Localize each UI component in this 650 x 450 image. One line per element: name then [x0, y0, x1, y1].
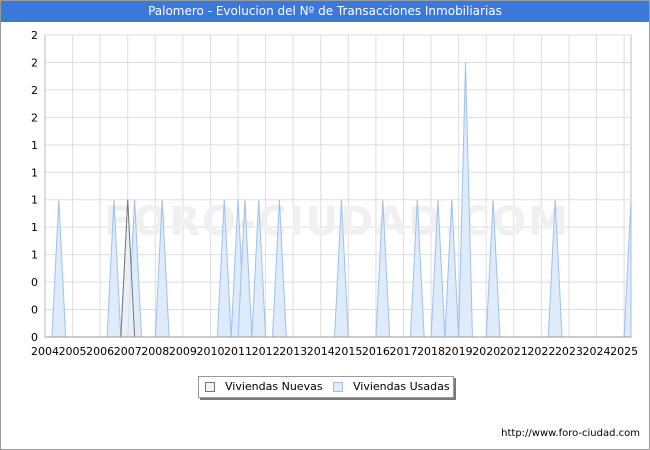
y-tick-label: 1 [31, 139, 38, 152]
y-tick-label: 2 [31, 84, 38, 97]
legend-swatch-usadas [333, 382, 343, 392]
y-tick-label: 1 [31, 249, 38, 262]
x-tick-label: 2010 [196, 345, 224, 358]
y-tick-label: 1 [31, 221, 38, 234]
x-tick-label: 2017 [389, 345, 417, 358]
x-tick-label: 2025 [610, 345, 638, 358]
legend-label-usadas: Viviendas Usadas [353, 380, 450, 393]
x-tick-label: 2023 [555, 345, 583, 358]
x-tick-label: 2024 [583, 345, 611, 358]
chart-legend: Viviendas Nuevas Viviendas Usadas [198, 376, 454, 398]
x-tick-label: 2016 [362, 345, 390, 358]
y-tick-label: 0 [31, 331, 38, 344]
x-tick-label: 2014 [307, 345, 335, 358]
x-tick-label: 2019 [445, 345, 473, 358]
x-tick-label: 2007 [114, 345, 142, 358]
x-tick-label: 2015 [334, 345, 362, 358]
x-tick-label: 2013 [279, 345, 307, 358]
x-tick-label: 2005 [59, 345, 87, 358]
legend-swatch-nuevas [205, 382, 215, 392]
y-tick-label: 1 [31, 166, 38, 179]
y-tick-label: 2 [31, 56, 38, 69]
x-tick-label: 2021 [500, 345, 528, 358]
x-tick-label: 2006 [86, 345, 114, 358]
x-tick-label: 2008 [141, 345, 169, 358]
y-tick-label: 0 [31, 304, 38, 317]
watermark: FORO-CIUDAD.COM [104, 199, 570, 245]
x-tick-label: 2018 [417, 345, 445, 358]
x-tick-label: 2011 [224, 345, 252, 358]
y-tick-label: 2 [31, 29, 38, 42]
y-tick-label: 0 [31, 276, 38, 289]
x-tick-label: 2022 [527, 345, 555, 358]
x-tick-label: 2020 [472, 345, 500, 358]
y-tick-label: 1 [31, 194, 38, 207]
x-tick-label: 2012 [252, 345, 280, 358]
y-tick-label: 2 [31, 111, 38, 124]
source-link[interactable]: http://www.foro-ciudad.com [501, 428, 640, 439]
x-tick-label: 2009 [169, 345, 197, 358]
legend-label-nuevas: Viviendas Nuevas [225, 380, 323, 393]
x-tick-label: 2004 [31, 345, 59, 358]
